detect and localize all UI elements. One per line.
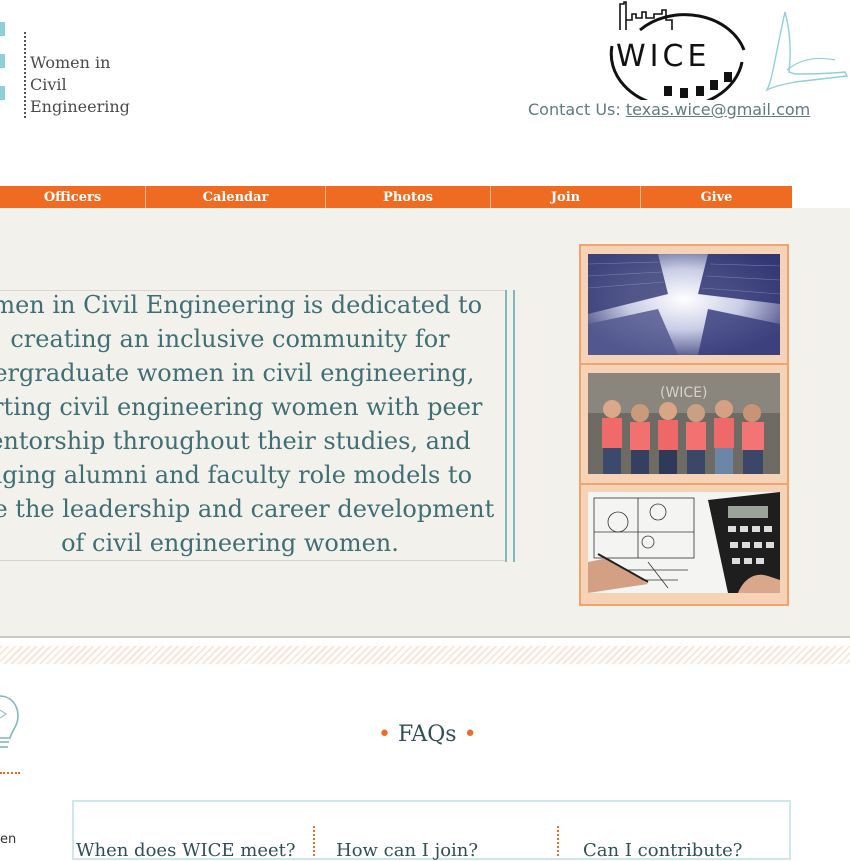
brand-line-3: Engineering (30, 97, 130, 116)
mission-double-bar (505, 290, 515, 562)
contact-line: Contact Us: texas.wice@gmail.com (528, 100, 810, 119)
mission-line: lergraduate women in civil engineering, (0, 359, 475, 387)
contact-email-link[interactable]: texas.wice@gmail.com (626, 100, 810, 119)
photo-separator (581, 483, 787, 485)
bullet-icon: • (378, 722, 391, 747)
main-nav: Officers Calendar Photos Join Give (0, 186, 792, 208)
mission-line: orting civil engineering women with peer (0, 393, 483, 421)
faq-divider (313, 826, 315, 856)
photo-blueprint-calculator[interactable] (588, 492, 780, 593)
nav-item-calendar[interactable]: Calendar (146, 186, 326, 208)
faq-question-meet[interactable]: When does WICE meet? (76, 840, 296, 861)
wice-logo[interactable]: WICE (606, 0, 748, 100)
bird-icon (765, 11, 849, 92)
hero-divider-bottom (0, 560, 505, 561)
brand-line-1: Women in (30, 53, 111, 72)
left-decor-bars (0, 22, 6, 118)
lightbulb-icon (0, 695, 19, 748)
nav-item-join[interactable]: Join (491, 186, 641, 208)
mission-line: aging alumni and faculty role models to (0, 461, 473, 489)
bulb-dotted-line (0, 772, 20, 774)
contact-label: Contact Us: (528, 100, 626, 119)
mission-line: of civil engineering women. (61, 529, 399, 557)
photo-group[interactable]: (WICE) (588, 373, 780, 474)
nav-item-give[interactable]: Give (641, 186, 792, 208)
mission-line: entorship throughout their studies, and (0, 427, 471, 455)
faq-title: FAQs (397, 722, 457, 747)
photo-separator (581, 363, 787, 365)
logo-text: WICE (616, 39, 710, 74)
nav-item-officers[interactable]: Officers (0, 186, 146, 208)
brand-line-2: Civil (30, 75, 67, 94)
faq-question-contribute[interactable]: Can I contribute? (583, 840, 742, 861)
bullet-icon: • (463, 722, 477, 747)
photo-skyscrapers[interactable] (588, 254, 780, 355)
faq-heading: • FAQs • (378, 722, 477, 747)
mission-statement: omen in Civil Engineering is dedicated t… (0, 288, 500, 560)
decorative-stripe (0, 646, 850, 664)
side-text: en (0, 832, 17, 847)
mission-line: ace the leadership and career developmen… (0, 495, 495, 523)
faq-divider (557, 826, 559, 856)
brand-name[interactable]: Women in Civil Engineering (30, 52, 130, 118)
mission-line: omen in Civil Engineering is dedicated t… (0, 291, 483, 319)
photo-column: (WICE) (579, 244, 789, 606)
mission-line: creating an inclusive community for (10, 325, 450, 353)
brand-divider (24, 32, 27, 118)
svg-text:(WICE): (WICE) (660, 385, 708, 401)
faq-question-join[interactable]: How can I join? (336, 840, 478, 861)
nav-item-photos[interactable]: Photos (326, 186, 491, 208)
